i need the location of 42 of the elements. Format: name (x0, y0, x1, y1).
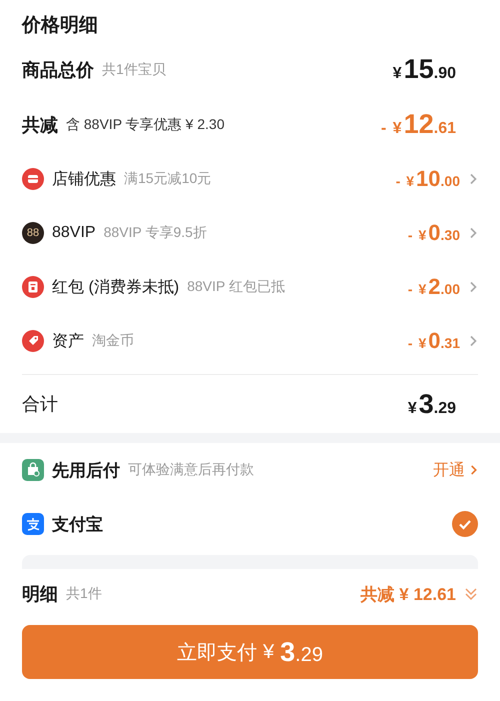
pay-now-button[interactable]: 立即支付 ¥ 3.29 (22, 625, 478, 679)
payment-note: 可体验满意后再付款 (128, 461, 254, 479)
payment-label: 先用后付 (52, 460, 120, 482)
activate-link[interactable]: 开通 (433, 460, 478, 480)
discount-amount: - ¥0.31 (408, 328, 460, 354)
summary-amount: ¥15.90 (392, 54, 456, 85)
radio-check-icon[interactable] (452, 511, 478, 537)
summary-note: 含 88VIP 专享优惠 ¥ 2.30 (66, 116, 224, 134)
total-saving: 共减 ¥ 12.61 (360, 584, 456, 606)
summary-label: 商品总价 (22, 58, 94, 82)
discount-label: 红包 (消费券未抵) (52, 278, 180, 298)
expand-icon[interactable] (464, 586, 478, 602)
discount-note: 88VIP 专享9.5折 (104, 224, 207, 242)
envelope-icon (22, 276, 44, 298)
summary-label: 共减 (22, 114, 58, 136)
summary-amount: - ¥12.61 (381, 109, 456, 140)
payment-label: 支付宝 (52, 514, 103, 536)
tag-icon (22, 330, 44, 352)
vip-badge-icon: 88 (22, 222, 44, 244)
discount-label: 资产 (52, 332, 84, 352)
discount-note: 淘金币 (92, 332, 134, 350)
total-amount: ¥3.29 (406, 388, 456, 420)
discount-label: 店铺优惠 (52, 170, 116, 190)
discount-amount: - ¥2.00 (408, 274, 460, 300)
alipay-icon (22, 513, 44, 535)
chevron-icon (468, 173, 478, 185)
discount-label: 88VIP (52, 224, 96, 242)
total-label: 合计 (22, 393, 58, 416)
chevron-icon (468, 281, 478, 293)
details-label: 明细 (22, 583, 58, 606)
chevron-icon (469, 464, 478, 476)
chevron-icon (468, 227, 478, 239)
discount-amount: - ¥10.00 (396, 166, 460, 192)
summary-note: 共1件宝贝 (102, 60, 166, 78)
store-icon (22, 168, 44, 190)
discount-note: 满15元减10元 (124, 170, 212, 188)
item-count: 共1件 (66, 585, 102, 603)
discount-note: 88VIP 红包已抵 (187, 278, 285, 296)
panel-title: 价格明细 (22, 14, 99, 38)
discount-amount: - ¥0.30 (408, 220, 460, 246)
chevron-icon (468, 335, 478, 347)
shopping-bag-icon (22, 459, 44, 481)
